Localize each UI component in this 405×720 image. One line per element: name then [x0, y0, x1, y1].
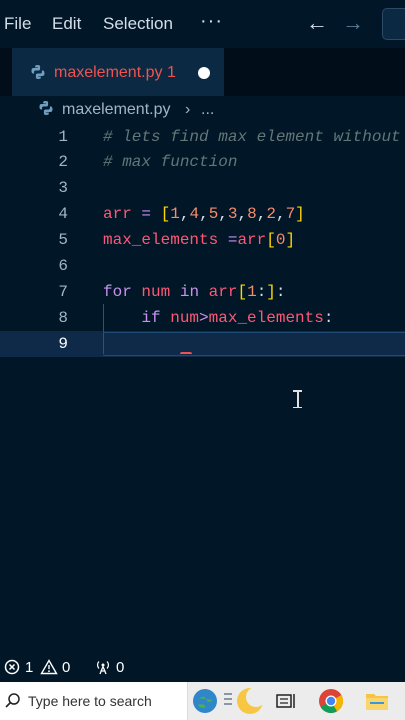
line-number: 8	[58, 309, 68, 327]
code-text: for num in arr[1:]:	[103, 283, 286, 301]
unsaved-dot-icon[interactable]	[198, 67, 210, 79]
code-text: # max function	[103, 153, 238, 171]
back-arrow-icon[interactable]: ←	[306, 10, 328, 36]
tab-maxelement[interactable]: maxelement.py 1	[12, 48, 224, 96]
current-line-highlight	[103, 332, 405, 356]
error-circle-icon[interactable]	[4, 659, 20, 676]
error-count[interactable]: 1	[25, 659, 33, 676]
code-line[interactable]: 8 if num>max_elements:	[0, 305, 405, 331]
search-icon	[4, 692, 22, 715]
error-squiggle-icon[interactable]	[180, 352, 192, 356]
warning-icon[interactable]	[40, 659, 58, 676]
line-number: 4	[58, 205, 68, 223]
menu-bar: File Edit Selection ··· ← →	[0, 0, 405, 48]
news-weather-icon[interactable]	[222, 686, 266, 716]
breadcrumb-file[interactable]: maxelement.py	[62, 101, 171, 119]
line-number: 1	[58, 128, 68, 146]
code-line[interactable]: 7 for num in arr[1:]:	[0, 279, 405, 305]
warning-count[interactable]: 0	[62, 659, 70, 676]
breadcrumb: maxelement.py › ...	[0, 96, 405, 124]
editor-tab-strip: maxelement.py 1	[0, 48, 405, 96]
line-number: 3	[58, 179, 68, 197]
problem-count: 1	[166, 64, 176, 81]
command-center-search[interactable]	[382, 8, 405, 40]
code-text: if num>max_elements:	[141, 309, 334, 327]
code-line[interactable]: 1 # lets find max element without	[0, 124, 405, 150]
python-icon	[38, 100, 54, 121]
line-number: 9	[58, 335, 68, 353]
globe-widget-icon[interactable]	[190, 686, 220, 716]
line-number: 2	[58, 153, 68, 171]
code-text: arr = [1,4,5,3,8,2,7]	[103, 205, 305, 223]
mouse-ibeam-cursor-icon	[292, 390, 304, 408]
code-line[interactable]: 3	[0, 175, 405, 201]
code-line[interactable]: 6	[0, 253, 405, 279]
code-line[interactable]: 2 # max function	[0, 149, 405, 175]
tab-label: maxelement.py 1	[54, 64, 176, 81]
forward-arrow-icon[interactable]: →	[342, 10, 364, 36]
menu-edit[interactable]: Edit	[52, 14, 81, 34]
breadcrumb-separator: ›	[185, 101, 191, 118]
code-line[interactable]: 4 arr = [1,4,5,3,8,2,7]	[0, 201, 405, 227]
file-explorer-icon[interactable]	[362, 686, 392, 716]
breadcrumb-symbols[interactable]: ...	[201, 101, 214, 119]
code-editor[interactable]: 1 # lets find max element without 2 # ma…	[0, 124, 405, 654]
python-icon	[30, 64, 46, 85]
code-text: # lets find max element without	[103, 128, 401, 146]
line-number: 5	[58, 231, 68, 249]
status-bar: 1 0 0	[0, 654, 405, 682]
tab-strip-edge	[0, 48, 12, 96]
menu-file[interactable]: File	[4, 14, 31, 34]
taskbar-search-box[interactable]: Type here to search	[0, 682, 188, 720]
line-number: 7	[58, 283, 68, 301]
menu-more[interactable]: ···	[200, 10, 223, 33]
windows-taskbar: Type here to search	[0, 682, 405, 720]
ports-antenna-icon[interactable]	[94, 659, 112, 676]
code-text: max_elements =arr[0]	[103, 231, 296, 249]
line-number: 6	[58, 257, 68, 275]
chrome-icon[interactable]	[316, 686, 346, 716]
menu-selection[interactable]: Selection	[103, 14, 173, 34]
ports-count[interactable]: 0	[116, 659, 124, 676]
search-placeholder: Type here to search	[28, 693, 152, 709]
code-line[interactable]: 5 max_elements =arr[0]	[0, 227, 405, 253]
task-view-icon[interactable]	[270, 686, 300, 716]
